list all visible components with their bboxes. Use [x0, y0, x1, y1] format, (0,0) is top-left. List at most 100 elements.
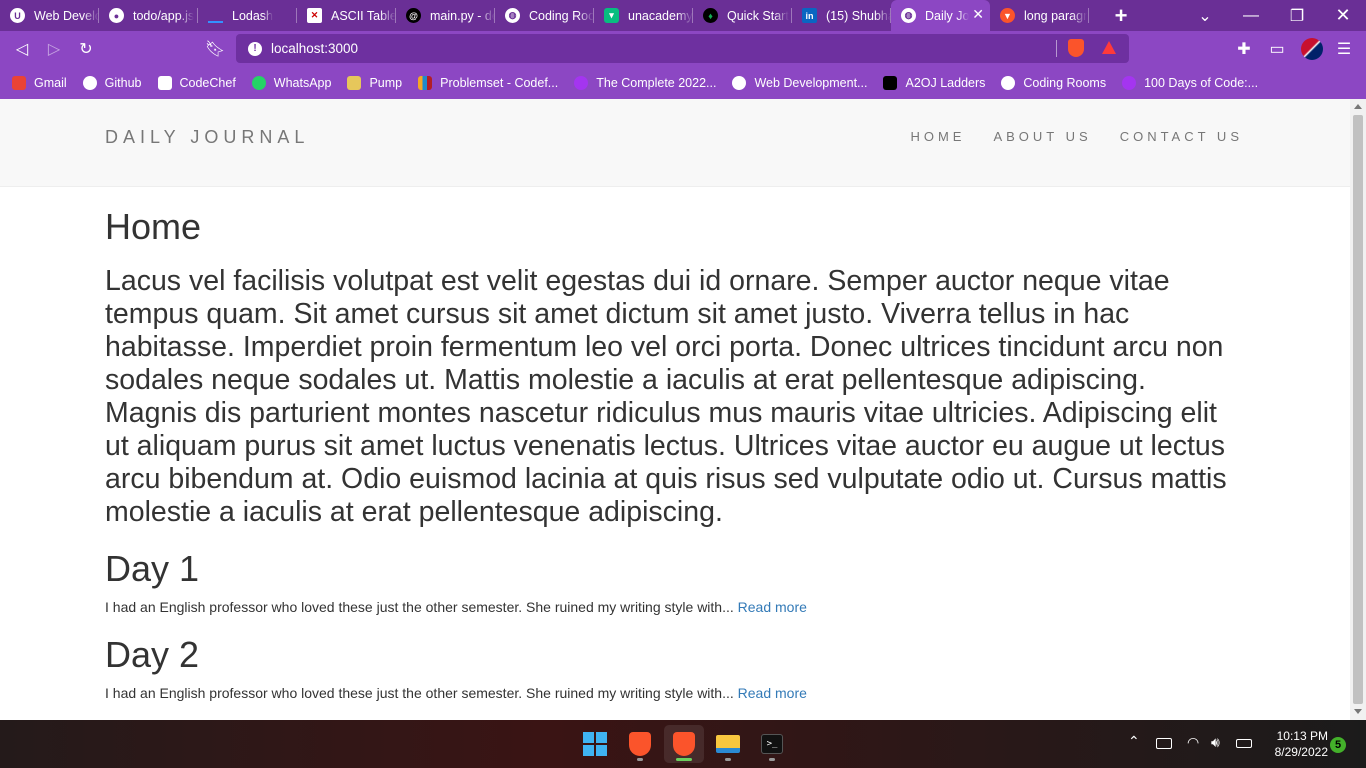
volume-icon[interactable]: 🔊︎: [1211, 734, 1220, 751]
tab-coding-rooms[interactable]: ◍ Coding Roo: [495, 0, 594, 31]
address-text: localhost:3000: [271, 41, 359, 56]
read-more-link[interactable]: Read more: [738, 599, 807, 615]
back-button[interactable]: ◁: [7, 31, 37, 66]
replit-icon: @: [406, 8, 421, 23]
bookmark-a2oj[interactable]: A2OJ Ladders: [883, 75, 985, 90]
bookmark-pump[interactable]: Pump: [347, 75, 402, 90]
udemy-icon: [732, 75, 747, 90]
tab-lodash[interactable]: Lodash: [198, 0, 297, 31]
clock-time: 10:13 PM: [1276, 729, 1328, 743]
restore-button[interactable]: ❐: [1274, 0, 1320, 31]
bookmark-github[interactable]: Github: [82, 75, 142, 90]
site-navbar: DAILY JOURNAL HOME ABOUT US CONTACT US: [0, 99, 1350, 187]
forward-button[interactable]: ▷: [39, 31, 69, 66]
wallet-button[interactable]: ▭: [1262, 31, 1292, 66]
tab-bar: U Web Develo ● todo/app.js Lodash ✕ ASCII T…: [0, 0, 1366, 31]
taskbar-brave[interactable]: [620, 725, 660, 763]
hamburger-icon: ☰: [1336, 40, 1352, 58]
clock[interactable]: 10:13 PM 8/29/2022: [1262, 728, 1328, 760]
tab-search-button[interactable]: ⌄: [1182, 0, 1228, 31]
post-item: Day 2 I had an English professor who lov…: [105, 635, 1245, 702]
bookmark-whatsapp[interactable]: WhatsApp: [251, 75, 331, 90]
taskbar-file-explorer[interactable]: [708, 725, 748, 763]
post-excerpt: I had an English professor who loved the…: [105, 685, 807, 701]
brave-shields-icon[interactable]: [1068, 39, 1084, 57]
clock-date: 8/29/2022: [1274, 745, 1328, 759]
tab-web-development[interactable]: U Web Develo: [0, 0, 99, 31]
minimize-button[interactable]: —: [1228, 0, 1274, 31]
bookmarks-bar: Gmail Github CodeChef WhatsApp Pump Prob…: [0, 66, 1366, 99]
tab-linkedin[interactable]: in (15) Shubha: [792, 0, 891, 31]
close-icon: ✕: [1335, 5, 1351, 25]
post-excerpt: I had an English professor who loved the…: [105, 599, 807, 615]
extensions-button[interactable]: ✚: [1229, 31, 1259, 66]
taskbar-brave-active[interactable]: [664, 725, 704, 763]
menu-button[interactable]: ☰: [1329, 31, 1359, 66]
tab-ascii-table[interactable]: ✕ ASCII Table: [297, 0, 396, 31]
post-title: Day 1: [105, 548, 200, 589]
profile-button[interactable]: [1297, 31, 1327, 66]
bookmark-gmail[interactable]: Gmail: [12, 75, 67, 90]
wifi-icon[interactable]: ◠: [1187, 734, 1199, 751]
nav-about-us[interactable]: ABOUT US: [993, 129, 1091, 144]
tab-main-py[interactable]: @ main.py - de: [396, 0, 495, 31]
nav-home[interactable]: HOME: [910, 129, 965, 144]
read-more-link[interactable]: Read more: [738, 685, 807, 701]
windows-icon: [583, 732, 607, 756]
bookmark-coding-rooms[interactable]: Coding Rooms: [1001, 75, 1106, 90]
gmail-icon: [12, 75, 26, 90]
chevron-down-icon: ⌄: [1198, 7, 1212, 25]
reload-button[interactable]: ↻: [71, 31, 101, 66]
terminal-icon: >_: [761, 734, 783, 754]
globe-icon: ◍: [505, 8, 520, 23]
tab-todo-app[interactable]: ● todo/app.js: [99, 0, 198, 31]
whatsapp-icon: [251, 75, 266, 90]
close-tab-icon[interactable]: ✕: [972, 6, 984, 23]
site-brand[interactable]: DAILY JOURNAL: [105, 127, 309, 148]
bookmark-100-days[interactable]: 100 Days of Code:...: [1122, 75, 1258, 90]
nav-contact-us[interactable]: CONTACT US: [1120, 129, 1243, 144]
a2oj-icon: [883, 75, 898, 90]
tab-daily-journal[interactable]: ◍ Daily Jo ✕: [891, 0, 990, 31]
keyboard-icon[interactable]: [1156, 738, 1172, 749]
bookmark-web-development[interactable]: Web Development...: [732, 75, 867, 90]
address-bar[interactable]: ! localhost:3000: [236, 34, 1129, 63]
tab-long-paragraph[interactable]: ▼ long paragr: [990, 0, 1089, 31]
puzzle-icon: ✚: [1237, 40, 1251, 58]
battery-icon[interactable]: [1236, 739, 1252, 748]
github-icon: [82, 75, 97, 90]
brave-rewards-icon[interactable]: [1102, 41, 1116, 54]
notification-badge[interactable]: 5: [1330, 737, 1346, 753]
ascii-icon: ✕: [307, 8, 322, 23]
linkedin-icon: in: [802, 8, 817, 23]
vertical-scrollbar[interactable]: [1350, 99, 1366, 720]
main-content: Home Lacus vel facilisis volutpat est ve…: [105, 206, 1245, 702]
lodash-icon: [208, 17, 223, 23]
globe-icon: ◍: [901, 8, 916, 23]
back-icon: ◁: [15, 40, 29, 58]
scrollbar-thumb[interactable]: [1353, 115, 1363, 704]
codechef-icon: [157, 75, 172, 90]
new-tab-button[interactable]: +: [1098, 0, 1144, 31]
chevron-up-icon[interactable]: ⌃: [1128, 733, 1140, 750]
bookmark-complete-2022[interactable]: The Complete 2022...: [574, 75, 716, 90]
tab-quick-start[interactable]: ♦ Quick Start: [693, 0, 792, 31]
wallet-icon: ▭: [1269, 40, 1285, 58]
bookmark-codeforces[interactable]: Problemset - Codef...: [418, 75, 558, 90]
unacademy-icon: ▾: [604, 8, 619, 23]
start-button[interactable]: [575, 725, 615, 763]
bookmark-button[interactable]: 🔖︎: [200, 31, 230, 66]
scroll-up-arrow[interactable]: [1354, 104, 1362, 109]
close-window-button[interactable]: ✕: [1320, 0, 1366, 31]
udemy-icon: [1122, 75, 1137, 90]
bookmark-codechef[interactable]: CodeChef: [157, 75, 236, 90]
page-title: Home: [105, 206, 202, 247]
post-item: Day 1 I had an English professor who lov…: [105, 548, 1245, 616]
minimize-icon: —: [1243, 6, 1259, 24]
restore-icon: ❐: [1289, 7, 1305, 25]
brave-icon: ▼: [1000, 8, 1015, 23]
reload-icon: ↻: [79, 40, 93, 58]
tab-unacademy[interactable]: ▾ unacademy: [594, 0, 693, 31]
scroll-down-arrow[interactable]: [1354, 709, 1362, 714]
taskbar-terminal[interactable]: >_: [752, 725, 792, 763]
